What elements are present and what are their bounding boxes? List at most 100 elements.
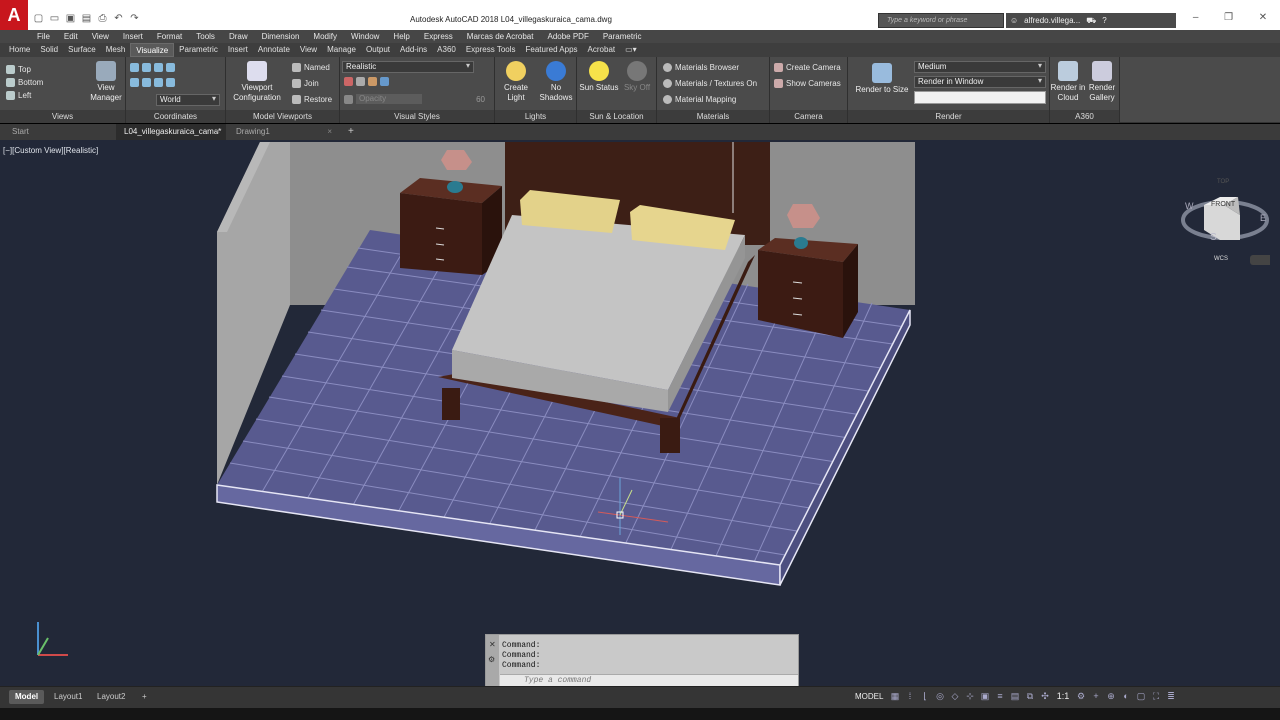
menu-help[interactable]: Help [386, 30, 416, 43]
ribbon-tab-annotate[interactable]: Annotate [253, 43, 295, 57]
ribbon-tab-output[interactable]: Output [361, 43, 395, 57]
tab-model[interactable]: Model [9, 690, 45, 704]
render-gallery-button[interactable]: Render Gallery [1084, 61, 1120, 103]
render-in-cloud-button[interactable]: Render in Cloud [1050, 61, 1086, 103]
view-bottom[interactable]: Bottom [6, 78, 43, 87]
face-icon[interactable] [380, 77, 389, 86]
model-space-button[interactable]: MODEL [855, 692, 883, 701]
ortho-icon[interactable]: ⌊ [920, 691, 930, 702]
print-icon[interactable]: ⎙ [96, 12, 109, 25]
undo-icon[interactable]: ↶ [112, 12, 125, 25]
sky-off-button[interactable]: Sky Off [619, 61, 655, 93]
view-top[interactable]: Top [6, 65, 31, 74]
workspace-icon[interactable]: ⚙ [1076, 691, 1086, 702]
save-as-icon[interactable]: ▤ [80, 12, 93, 25]
ribbon-tab-insert[interactable]: Insert [223, 43, 253, 57]
view-left[interactable]: Left [6, 91, 31, 100]
ribbon-tab-parametric[interactable]: Parametric [174, 43, 223, 57]
add-layout-icon[interactable]: + [136, 690, 153, 704]
show-cameras-button[interactable]: Show Cameras [774, 79, 841, 88]
no-shadows-button[interactable]: No Shadows [537, 61, 575, 103]
ribbon-tab-visualize[interactable]: Visualize [130, 43, 175, 57]
new-file-icon[interactable]: ▢ [32, 12, 45, 25]
view-manager-button[interactable]: View Manager [88, 61, 124, 103]
edge-icon[interactable] [344, 77, 353, 86]
menu-draw[interactable]: Draw [222, 30, 255, 43]
ucs-view-icon[interactable] [154, 78, 163, 87]
menu-edit[interactable]: Edit [57, 30, 85, 43]
ucs-world-icon[interactable] [130, 78, 139, 87]
maximize-icon[interactable]: ❐ [1224, 12, 1233, 28]
sun-status-button[interactable]: Sun Status [579, 61, 619, 93]
restore-viewports-button[interactable]: Restore [292, 95, 332, 104]
new-tab-icon[interactable]: + [340, 124, 362, 140]
menu-insert[interactable]: Insert [116, 30, 150, 43]
close-tab-icon[interactable]: × [327, 124, 332, 140]
hardware-accel-icon[interactable]: ▢ [1136, 691, 1146, 702]
join-viewports-button[interactable]: Join [292, 79, 319, 88]
tab-layout2[interactable]: Layout2 [91, 690, 131, 704]
drawing-viewport[interactable]: [−][Custom View][Realistic] TOP FRONT W … [0, 140, 1280, 686]
ribbon-tab-acrobat[interactable]: Acrobat [583, 43, 621, 57]
ribbon-options-icon[interactable]: ▭▾ [620, 43, 642, 57]
autocad-logo[interactable]: A [0, 0, 28, 30]
grid-icon[interactable]: ▦ [890, 691, 900, 702]
create-light-button[interactable]: Create Light [497, 61, 535, 103]
polar-icon[interactable]: ◎ [935, 691, 945, 702]
file-tab[interactable]: Drawing1 × [228, 124, 338, 140]
osnap-icon[interactable]: ⊹ [965, 691, 975, 702]
lineweight-icon[interactable]: ≡ [995, 691, 1005, 702]
render-target-dropdown[interactable]: Render in Window [914, 76, 1046, 88]
viewport-configuration-button[interactable]: Viewport Configuration [228, 61, 286, 103]
transparency-icon[interactable]: ▤ [1010, 691, 1020, 702]
redo-icon[interactable]: ↷ [128, 12, 141, 25]
annotation-scale[interactable]: 1:1 [1055, 691, 1071, 702]
materials-textures-button[interactable]: Materials / Textures On [663, 79, 757, 88]
create-camera-button[interactable]: Create Camera [774, 63, 841, 72]
close-tab-icon[interactable]: × [215, 124, 220, 140]
ribbon-tab-express-tools[interactable]: Express Tools [461, 43, 521, 57]
ribbon-tab-home[interactable]: Home [4, 43, 35, 57]
menu-dimension[interactable]: Dimension [255, 30, 307, 43]
help-icon[interactable]: ? [1102, 16, 1106, 25]
annotation-monitor-icon[interactable]: + [1091, 691, 1101, 702]
visual-style-dropdown[interactable]: Realistic [342, 61, 474, 73]
file-tab[interactable]: Start [4, 124, 114, 140]
ucs-x-icon[interactable] [142, 63, 151, 72]
light-icon[interactable] [356, 77, 365, 86]
ucs-dropdown[interactable]: World [156, 94, 220, 106]
minimize-icon[interactable]: – [1193, 12, 1199, 28]
menu-view[interactable]: View [85, 30, 116, 43]
ribbon-tab-view[interactable]: View [295, 43, 322, 57]
command-window-handle[interactable]: ✕ ⚙ [486, 635, 499, 686]
menu-format[interactable]: Format [150, 30, 189, 43]
ribbon-tab-solid[interactable]: Solid [35, 43, 63, 57]
ucs-object-icon[interactable] [166, 78, 175, 87]
ucs-icon[interactable] [130, 63, 139, 72]
isodraft-icon[interactable]: ◇ [950, 691, 960, 702]
ucs-y-icon[interactable] [154, 63, 163, 72]
render-output-field[interactable] [914, 91, 1046, 104]
render-to-size-button[interactable]: Render to Size [852, 63, 912, 95]
viewcube[interactable]: TOP FRONT W E S WCS [1180, 170, 1280, 270]
material-mapping-button[interactable]: Material Mapping [663, 95, 736, 104]
command-close-icon[interactable]: ✕ [489, 640, 496, 649]
menu-marcas-de-acrobat[interactable]: Marcas de Acrobat [460, 30, 541, 43]
ribbon-tab-a360[interactable]: A360 [432, 43, 461, 57]
selection-cycling-icon[interactable]: ⧉ [1025, 691, 1035, 702]
file-tab[interactable]: L04_villegaskuraica_cama* × [116, 124, 226, 140]
search-input[interactable]: Type a keyword or phrase [878, 13, 1004, 28]
menu-tools[interactable]: Tools [189, 30, 222, 43]
menu-window[interactable]: Window [344, 30, 386, 43]
gizmo-icon[interactable]: ✣ [1040, 691, 1050, 702]
viewport-controls-label[interactable]: [−][Custom View][Realistic] [3, 146, 98, 155]
menu-file[interactable]: File [30, 30, 57, 43]
3dosnap-icon[interactable]: ▣ [980, 691, 990, 702]
tab-layout1[interactable]: Layout1 [48, 690, 88, 704]
named-viewports-button[interactable]: Named [292, 63, 330, 72]
menu-modify[interactable]: Modify [306, 30, 344, 43]
ucs-origin-icon[interactable] [142, 78, 151, 87]
viewcube-front-label[interactable]: FRONT [1211, 201, 1235, 208]
menu-express[interactable]: Express [417, 30, 460, 43]
cart-icon[interactable]: ⛟ [1086, 16, 1096, 26]
